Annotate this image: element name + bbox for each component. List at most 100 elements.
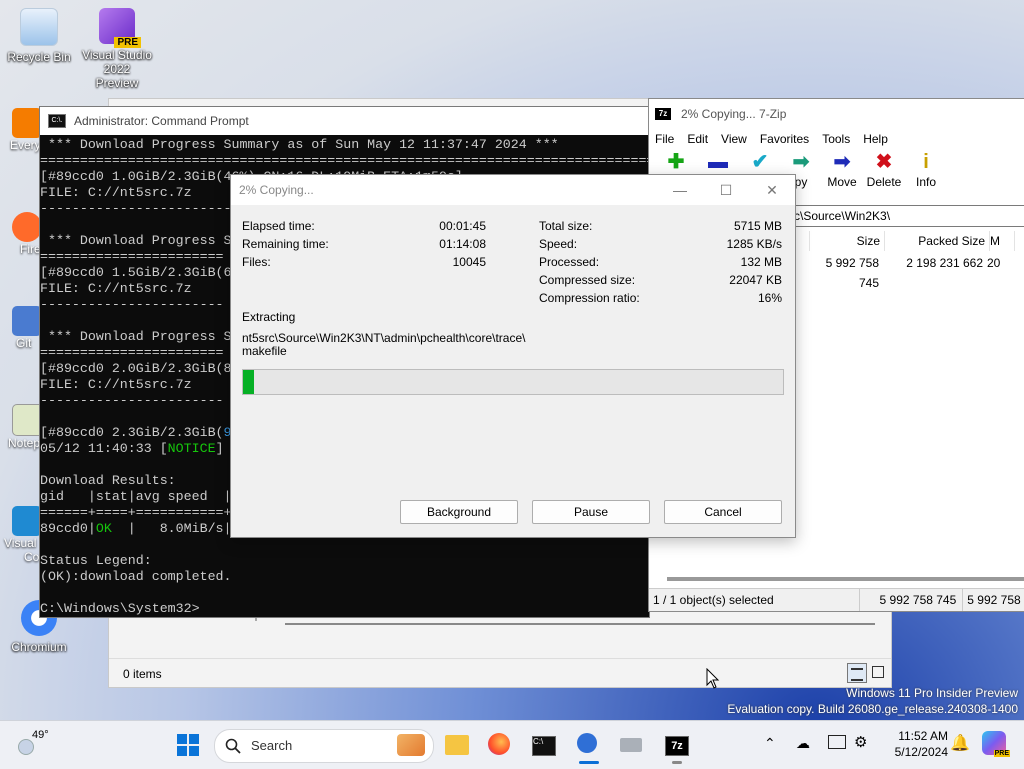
delete-label: Delete [866,175,902,189]
tiles-view-icon [872,666,884,678]
recycle-bin-label: Recycle Bin [7,50,71,64]
menu-edit[interactable]: Edit [687,132,708,146]
desktop-icon-notepad[interactable]: Notep [0,404,44,450]
console-line: *** Download Progress Summary as of Sun … [40,137,559,152]
copy-progress-dialog[interactable]: 2% Copying... — ☐ ✕ Elapsed time: 00:01:… [230,174,796,538]
cmd-titlebar[interactable]: C:\. Administrator: Command Prompt [40,107,649,135]
desktop-icon-visual-studio[interactable]: PRE Visual Studio 2022 Preview [81,8,153,90]
compressed-size-value: 22047 KB [729,273,782,287]
console-line: FILE: C://nt5src.7z [40,377,192,392]
menu-favorites[interactable]: Favorites [760,132,809,146]
desktop-icon-everything[interactable]: Every [0,108,42,152]
sevenzip-address-bar[interactable]: c\Source\Win2K3\ [789,205,1024,227]
column-packed-size[interactable]: Packed Size [885,231,990,251]
console-line: ----------------------- [40,297,224,312]
desktop-icon-firefox[interactable]: Fire [0,212,42,256]
info-button[interactable]: i Info [905,149,947,189]
recycle-bin-icon [20,8,58,46]
chromium-label: Chromium [11,640,67,654]
status-packed: 5 992 758 [967,593,1021,607]
sevenzip-column-headers: Size Packed Size M [809,231,1024,251]
console-line: Download Results: [40,473,176,488]
onedrive-icon[interactable]: ☁ [796,735,810,752]
taskbar-search[interactable]: Search [214,729,434,763]
console-notice: NOTICE [167,441,216,456]
maximize-button[interactable]: ☐ [703,175,749,205]
firefox-icon [488,733,510,755]
weather-widget[interactable]: 49° [18,727,58,763]
search-highlight-icon [397,734,425,756]
weather-icon [18,739,34,755]
notepad-label: Notep [8,436,41,450]
app-taskbar[interactable] [577,733,601,764]
sevenzip-scrollbar[interactable] [667,577,1024,581]
dialog-title: 2% Copying... [239,183,314,197]
console-speed: | 8.0MiB/s| [111,521,232,536]
copilot-button[interactable]: PRE [982,731,1010,757]
taskbar: 49° Search C:\ 7z ⌃ ☁ ⚙ 11:52 AM 5/12/20… [0,720,1024,769]
sevenzip-menubar: File Edit View Favorites Tools Help [649,129,1024,149]
current-path-line1: nt5src\Source\Win2K3\NT\admin\pchealth\c… [242,331,526,345]
menu-file[interactable]: File [655,132,674,146]
menu-view[interactable]: View [721,132,747,146]
cmd-icon: C:\. [48,114,66,128]
sevenzip-taskbar[interactable]: 7z [665,733,689,764]
vscode-label-1: Visual [4,536,37,550]
menu-tools[interactable]: Tools [822,132,850,146]
console-line: *** Download Progress S [40,329,232,344]
menu-help[interactable]: Help [863,132,888,146]
cancel-button[interactable]: Cancel [664,500,782,524]
info-icon: i [923,151,929,173]
terminal-taskbar[interactable]: C:\ [532,733,556,757]
notification-bell-icon[interactable]: 🔔 [950,733,970,753]
explorer-scrollbar[interactable] [285,623,875,625]
sevenzip-icon: 7z [655,108,671,120]
vscode-label-2: Co [24,550,40,564]
pause-button[interactable]: Pause [532,500,650,524]
test-button[interactable]: ✔ [739,149,781,175]
delete-button[interactable]: ✖ Delete [863,149,905,189]
table-row[interactable]: 5 992 758 745 2 198 231 662 20 [809,253,1024,290]
file-explorer-taskbar[interactable] [445,733,469,757]
firefox-label: Fire [20,242,41,256]
firefox-taskbar[interactable] [488,733,512,757]
console-line: [#89ccd0 2.0GiB/2.3GiB(8 [40,361,232,376]
tiles-view-button[interactable] [869,663,887,681]
column-m[interactable]: M [990,231,1015,251]
elapsed-value: 00:01:45 [439,219,486,233]
settings-icon[interactable]: ⚙ [854,733,867,751]
desktop-icon-recycle-bin[interactable]: Recycle Bin [3,8,75,64]
processed-label: Processed: [539,255,600,269]
watermark-line2: Evaluation copy. Build 26080.ge_release.… [727,702,1018,716]
desktop-icon-vscode[interactable]: Visual Co [0,506,42,564]
display-icon[interactable] [828,735,846,749]
taskbar-clock[interactable]: 11:52 AM 5/12/2024 [880,729,948,759]
add-button[interactable]: ✚ [655,149,697,175]
extract-button[interactable]: ▬ [697,149,739,175]
speed-label: Speed: [539,237,578,251]
current-path-line2: makefile [242,344,287,358]
files-value: 10045 [452,255,486,269]
total-size-value: 5715 MB [733,219,782,233]
start-button[interactable] [176,733,200,757]
everything-label: Every [10,138,41,152]
minus-icon: ▬ [708,151,728,173]
column-size[interactable]: Size [810,231,885,251]
clock-date: 5/12/2024 [894,745,948,759]
action-label: Extracting [242,310,296,324]
status-selected: 1 / 1 object(s) selected [649,589,860,611]
close-button[interactable]: ✕ [749,175,795,205]
minimize-button[interactable]: — [657,175,703,205]
details-view-button[interactable] [847,663,867,683]
visual-studio-label-1: Visual Studio [82,48,152,62]
network-app-taskbar[interactable] [620,733,644,757]
git-label: Git [16,336,32,350]
show-hidden-icons-button[interactable]: ⌃ [764,735,776,752]
speed-value: 1285 KB/s [726,237,782,251]
preview-badge: PRE [114,37,141,48]
move-button[interactable]: ➡ Move [821,149,863,189]
background-button[interactable]: Background [400,500,518,524]
vscode-icon [12,506,42,536]
desktop-icon-git[interactable]: Git [0,306,42,350]
sevenzip-titlebar[interactable]: 7z 2% Copying... 7-Zip [649,99,1024,129]
